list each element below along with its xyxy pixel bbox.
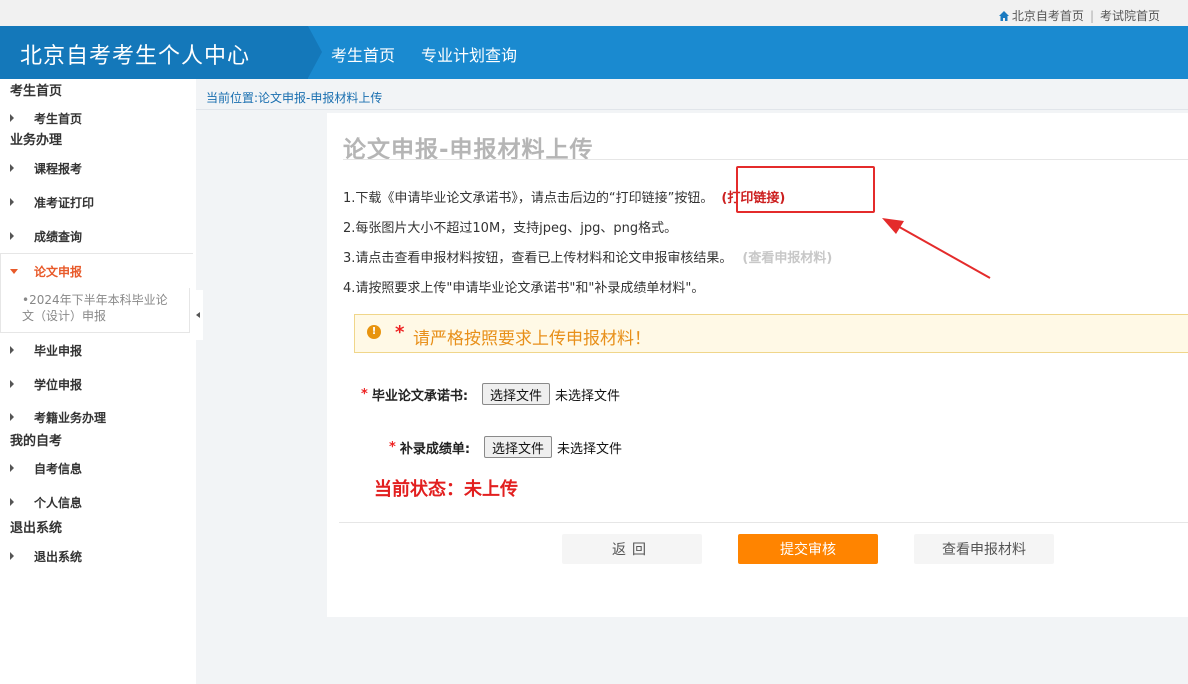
- instruction-3: 3.请点击查看申报材料按钮，查看已上传材料和论文申报审核结果。 (查看申报材料): [343, 247, 832, 266]
- sidebar-item-graduation[interactable]: 毕业申报: [0, 333, 196, 367]
- sidebar-item-label: 学位申报: [34, 377, 83, 392]
- caret-right-icon: [10, 198, 14, 206]
- caret-right-icon: [10, 164, 14, 172]
- view-materials-button[interactable]: 查看申报材料: [914, 534, 1054, 564]
- sidebar-item-degree[interactable]: 学位申报: [0, 367, 196, 401]
- caret-right-icon: [10, 114, 14, 122]
- nav-student-home[interactable]: 考生首页: [331, 42, 395, 66]
- brand-block: 北京自考考生个人中心: [0, 26, 322, 79]
- sidebar-item-score-query[interactable]: 成绩查询: [0, 219, 196, 253]
- breadcrumb-divider: [196, 109, 1188, 110]
- nav-major-plan-query[interactable]: 专业计划查询: [421, 42, 517, 66]
- top-nav: 考生首页 专业计划查询: [331, 42, 543, 66]
- sidebar-item-personal-info[interactable]: 个人信息: [0, 485, 196, 519]
- sidebar-group-my-zikao: 我的自考: [10, 434, 63, 449]
- field-label: 毕业论文承诺书:: [371, 388, 469, 404]
- caret-right-icon: [10, 413, 14, 421]
- caret-right-icon: [10, 464, 14, 472]
- field-supplementary-transcript: * 补录成绩单: 选择文件 未选择文件: [389, 436, 622, 458]
- caret-right-icon: [10, 346, 14, 354]
- sidebar-active-section: 论文申报 •2024年下半年本科毕业论文（设计）申报: [0, 253, 193, 333]
- breadcrumb: 当前位置:论文申报-申报材料上传: [206, 91, 383, 105]
- actions-divider: [339, 522, 1188, 523]
- link-separator: |: [1089, 8, 1094, 23]
- commitment-file-button[interactable]: 选择文件: [482, 383, 551, 405]
- home-icon: [998, 10, 1009, 21]
- sidebar-item-thesis[interactable]: 论文申报: [1, 254, 193, 288]
- sidebar-item-student-records[interactable]: 考籍业务办理: [0, 401, 196, 433]
- upload-status: 当前状态：未上传: [374, 479, 518, 500]
- sidebar-item-zikao-info[interactable]: 自考信息: [0, 451, 196, 485]
- instruction-3-text: 3.请点击查看申报材料按钮，查看已上传材料和论文申报审核结果。: [343, 251, 733, 266]
- sidebar-item-label: 退出系统: [34, 549, 83, 564]
- annotation-highlight-box: [736, 166, 875, 213]
- sidebar-item-label: 准考证打印: [34, 195, 95, 210]
- instruction-2: 2.每张图片大小不超过10M，支持jpeg、jpg、png格式。: [343, 221, 678, 236]
- top-utility-bar: 北京自考首页 | 考试院首页: [0, 0, 1188, 26]
- info-icon: !: [367, 325, 381, 339]
- view-materials-link[interactable]: (查看申报材料): [742, 251, 832, 266]
- field-label: 补录成绩单:: [399, 441, 471, 457]
- instruction-1: 1.下载《申请毕业论文承诺书》，请点击后边的“打印链接”按钮。 (打印链接): [343, 187, 785, 206]
- caret-right-icon: [10, 232, 14, 240]
- sidebar-item-logout[interactable]: 退出系统: [0, 539, 196, 573]
- required-star: *: [395, 322, 405, 343]
- exam-institute-home-link[interactable]: 考试院首页: [1100, 7, 1160, 24]
- title-divider: [343, 159, 1188, 160]
- back-button[interactable]: 返回: [562, 534, 702, 564]
- notice-message: 请严格按照要求上传申报材料！: [413, 329, 651, 349]
- sidebar-item-label: 考生首页: [34, 111, 83, 126]
- caret-right-icon: [10, 552, 14, 560]
- caret-right-icon: [10, 380, 14, 388]
- required-mark: *: [389, 439, 396, 455]
- site-title: 北京自考考生个人中心: [20, 44, 251, 69]
- field-commitment-letter: * 毕业论文承诺书: 选择文件 未选择文件: [361, 383, 620, 405]
- top-links: 北京自考首页 | 考试院首页: [998, 7, 1160, 24]
- sidebar-group-student-home: 考生首页: [10, 84, 63, 99]
- sidebar-subitem-thesis-2024[interactable]: •2024年下半年本科毕业论文（设计）申报: [1, 288, 190, 333]
- submit-review-button[interactable]: 提交审核: [738, 534, 878, 564]
- sidebar-item-label: 自考信息: [34, 461, 83, 476]
- commitment-file-status: 未选择文件: [555, 388, 621, 404]
- beijing-zikao-home-link[interactable]: 北京自考首页: [1012, 7, 1084, 24]
- instruction-1-text: 1.下载《申请毕业论文承诺书》，请点击后边的“打印链接”按钮。: [343, 191, 714, 206]
- sidebar-item-label: 毕业申报: [34, 343, 83, 358]
- sidebar: 考生首页 考生首页 业务办理 课程报考 准考证打印 成绩查询 论文申报 •202…: [0, 79, 196, 684]
- instruction-4: 4.请按照要求上传"申请毕业论文承诺书"和"补录成绩单材料"。: [343, 281, 705, 296]
- sidebar-item-admission-ticket[interactable]: 准考证打印: [0, 185, 196, 219]
- sidebar-item-student-home[interactable]: 考生首页: [0, 105, 196, 131]
- transcript-file-button[interactable]: 选择文件: [484, 436, 553, 458]
- required-mark: *: [361, 386, 368, 402]
- sidebar-item-course-registration[interactable]: 课程报考: [0, 151, 196, 185]
- caret-right-icon: [10, 498, 14, 506]
- sidebar-item-label: 课程报考: [34, 161, 83, 176]
- sidebar-item-label: 个人信息: [34, 495, 83, 510]
- transcript-file-status: 未选择文件: [557, 441, 623, 457]
- main-header: 北京自考考生个人中心 考生首页 专业计划查询: [0, 26, 1188, 79]
- sidebar-item-label: 考籍业务办理: [34, 410, 107, 425]
- caret-down-icon: [10, 268, 18, 274]
- sidebar-item-label: 成绩查询: [34, 229, 83, 244]
- sidebar-group-exit: 退出系统: [10, 521, 63, 536]
- annotation-arrow-icon: [882, 218, 991, 279]
- notice-banner: ! * 请严格按照要求上传申报材料！: [354, 314, 1188, 353]
- sidebar-item-label: 论文申报: [34, 264, 83, 279]
- sidebar-group-business: 业务办理: [10, 133, 63, 148]
- sidebar-collapse-handle[interactable]: [193, 290, 203, 340]
